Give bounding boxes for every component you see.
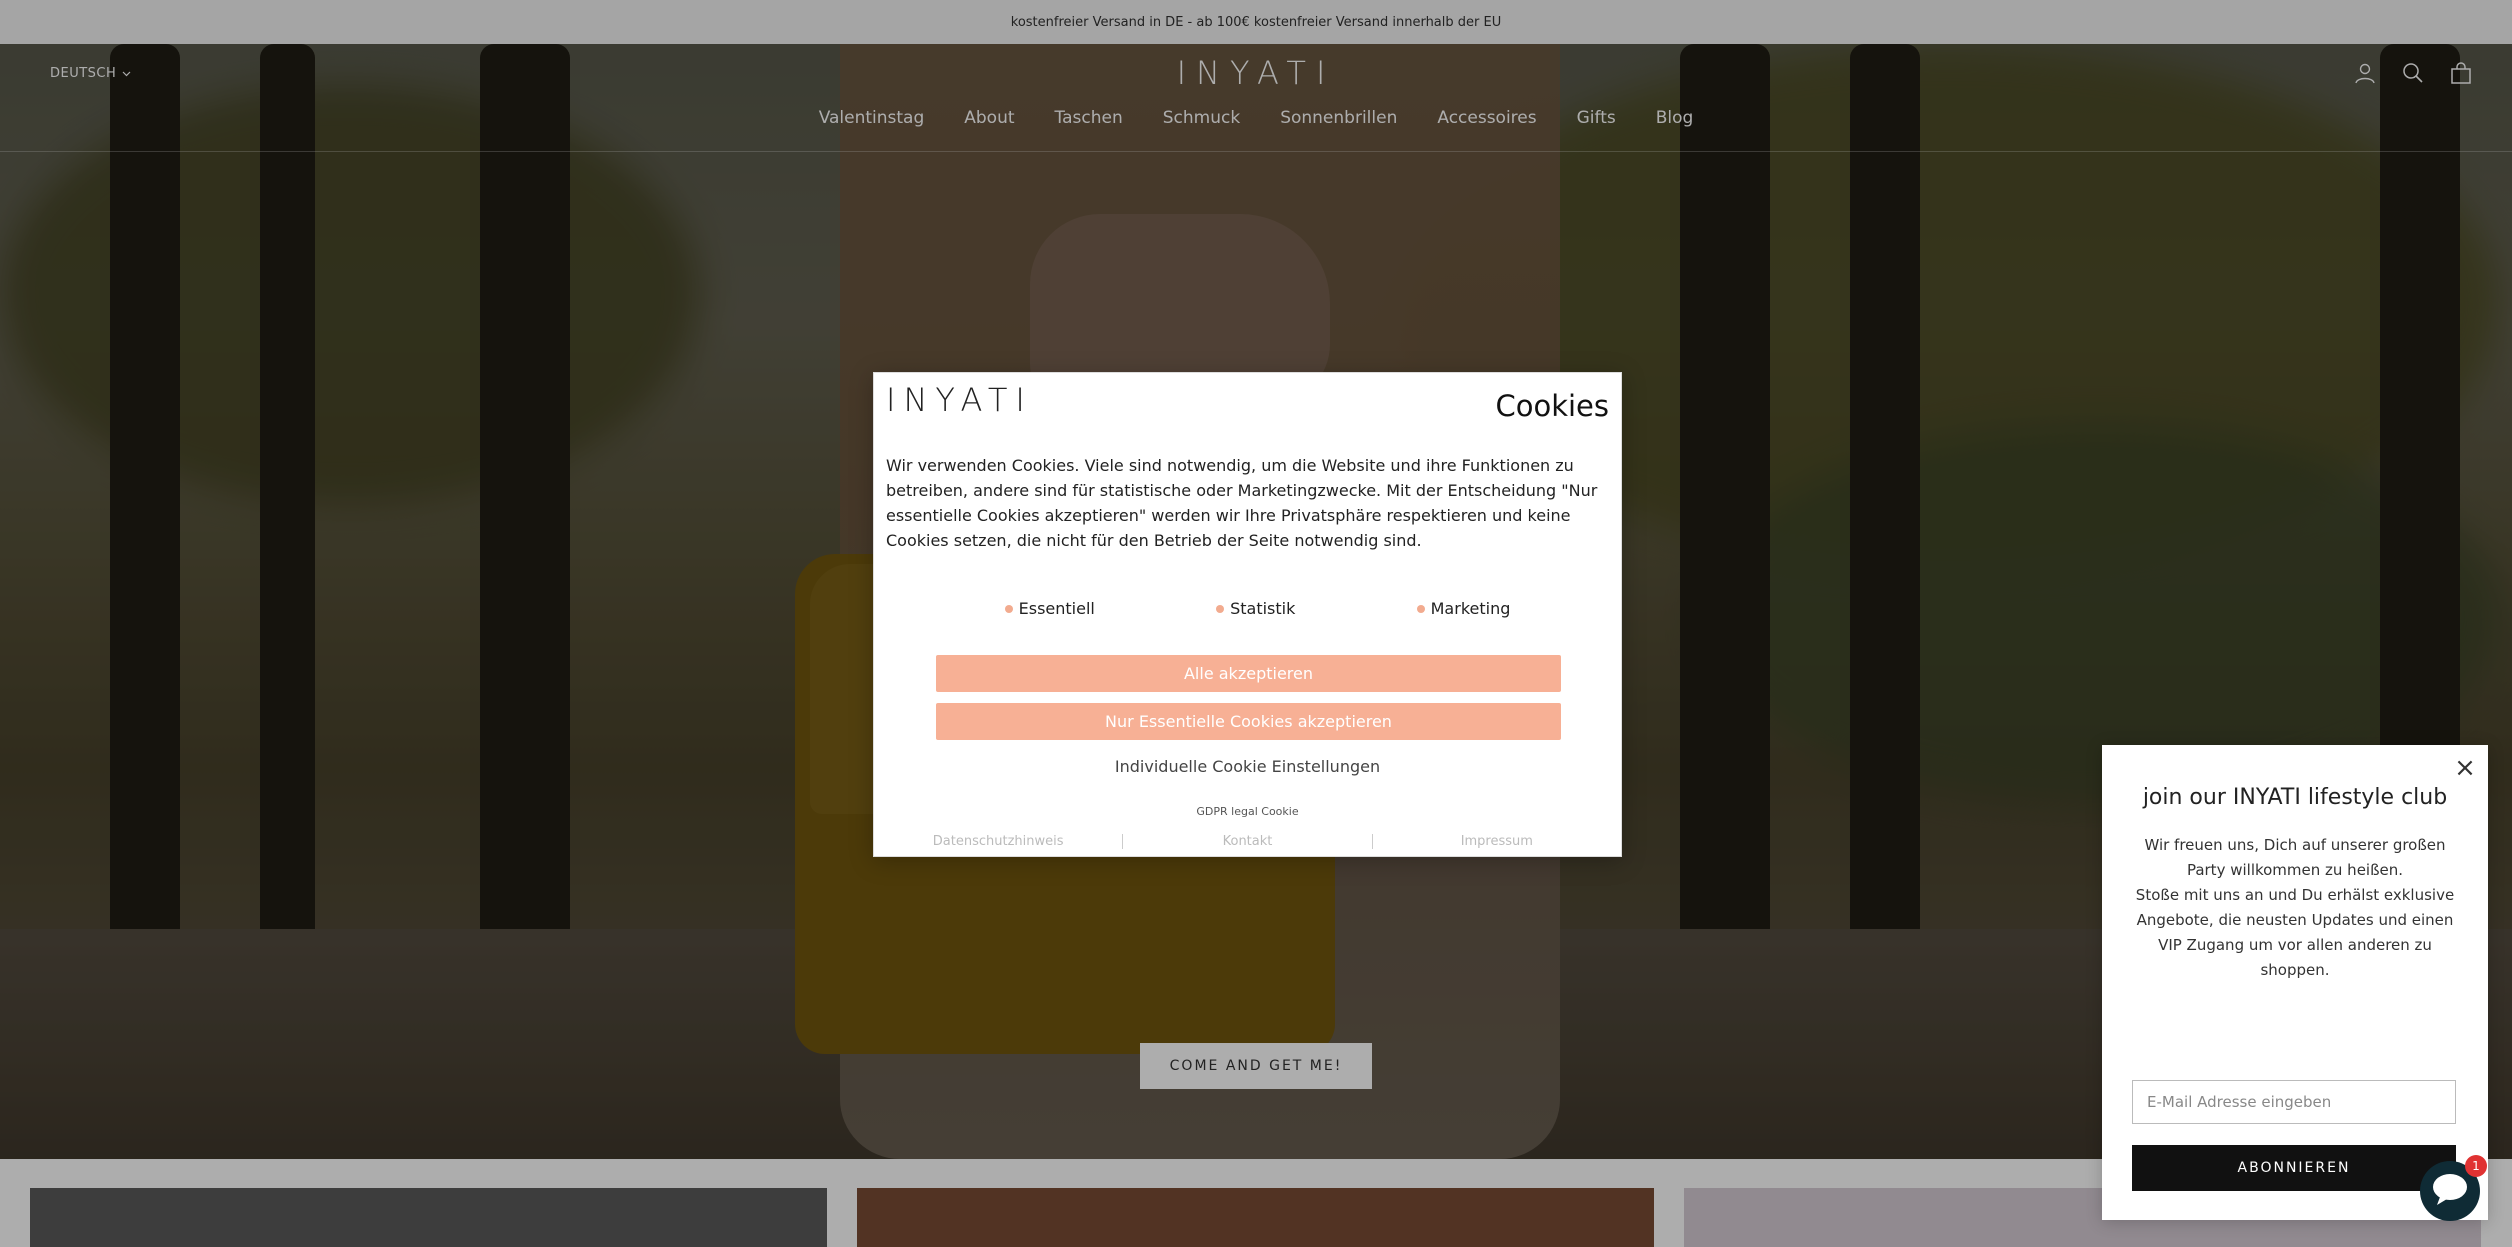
category-label: Essentiell (1018, 599, 1095, 618)
category-essential[interactable]: Essentiell (1004, 599, 1095, 618)
category-statistics[interactable]: Statistik (1216, 599, 1295, 618)
cookie-categories: Essentiell Statistik Marketing (874, 599, 1621, 618)
email-field[interactable]: E-Mail Adresse eingeben (2132, 1080, 2456, 1124)
close-icon[interactable]: × (2454, 755, 2476, 781)
accept-essential-button[interactable]: Nur Essentielle Cookies akzeptieren (936, 703, 1561, 740)
individual-settings-link[interactable]: Individuelle Cookie Einstellungen (874, 757, 1621, 776)
modal-footer-links: Datenschutzhinweis Kontakt Impressum (874, 834, 1621, 849)
chat-bubble-icon (2431, 1172, 2469, 1210)
cookie-description: Wir verwenden Cookies. Viele sind notwen… (886, 456, 1598, 550)
newsletter-popup: × join our INYATI lifestyle club Wir fre… (2102, 745, 2488, 1220)
category-dot-icon (1004, 604, 1013, 613)
category-dot-icon (1216, 604, 1225, 613)
modal-title: Cookies (1495, 389, 1609, 423)
cookie-modal: INYATI Cookies Wir verwenden Cookies. Vi… (873, 372, 1622, 857)
email-placeholder: E-Mail Adresse eingeben (2147, 1093, 2332, 1111)
popup-text-line: Wir freuen uns, Dich auf unserer großen … (2144, 836, 2446, 879)
imprint-link[interactable]: Impressum (1371, 834, 1621, 849)
category-label: Marketing (1430, 599, 1511, 618)
subscribe-button[interactable]: ABONNIEREN (2132, 1145, 2456, 1191)
chat-unread-badge: 1 (2465, 1155, 2487, 1177)
modal-logo: INYATI (886, 381, 1033, 419)
category-marketing[interactable]: Marketing (1416, 599, 1511, 618)
popup-description: Wir freuen uns, Dich auf unserer großen … (2130, 833, 2460, 983)
category-label: Statistik (1230, 599, 1296, 618)
accept-all-button[interactable]: Alle akzeptieren (936, 655, 1561, 692)
popup-text-line: Stoße mit uns an und Du erhälst exklusiv… (2135, 886, 2455, 979)
category-dot-icon (1416, 604, 1425, 613)
contact-link[interactable]: Kontakt (1122, 834, 1371, 849)
privacy-link[interactable]: Datenschutzhinweis (874, 834, 1122, 849)
gdpr-label[interactable]: GDPR legal Cookie (874, 805, 1621, 818)
popup-title: join our INYATI lifestyle club (2142, 785, 2448, 810)
